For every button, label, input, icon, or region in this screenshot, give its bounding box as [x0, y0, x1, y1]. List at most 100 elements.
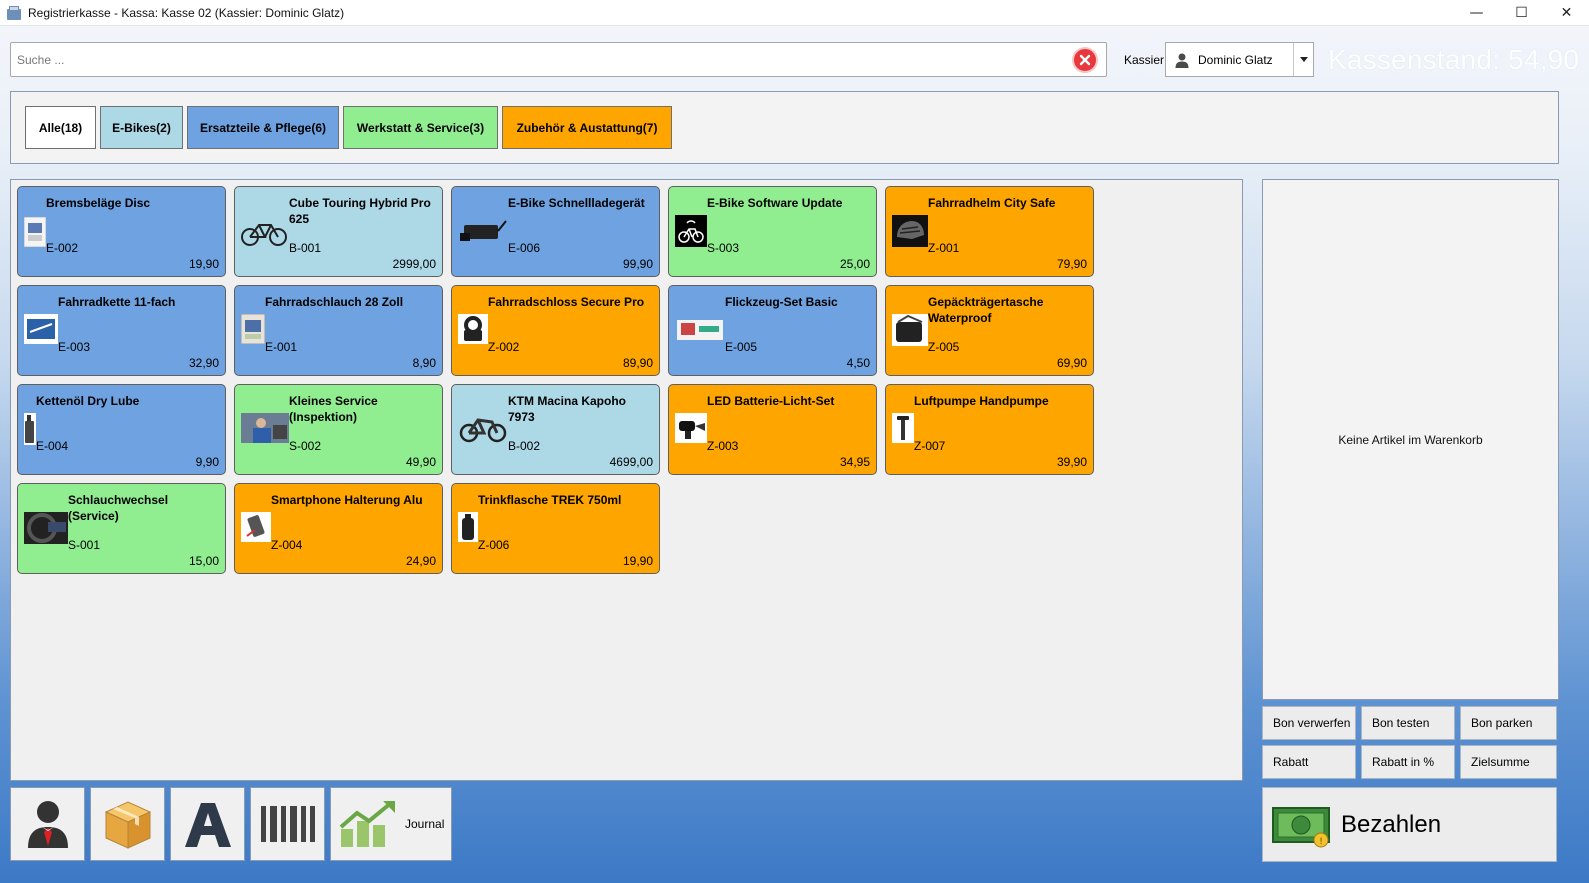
journal-chart-icon: [339, 801, 395, 847]
tube-box-icon: [241, 314, 265, 344]
article-name: Smartphone Halterung Alu: [271, 493, 423, 507]
letter-a-tool-button[interactable]: [170, 787, 245, 861]
article-tile[interactable]: Fahrradschlauch 28 Zoll E-001 8,90: [234, 285, 443, 376]
mechanic-icon: [241, 413, 289, 443]
brake-pads-icon: [24, 217, 46, 247]
article-tile[interactable]: Fahrradschloss Secure Pro Z-002 89,90: [451, 285, 660, 376]
journal-tool-button[interactable]: Journal: [330, 787, 452, 861]
category-werkstatt-button[interactable]: Werkstatt & Service(3): [343, 106, 498, 149]
kassier-label: Kassier: [1124, 53, 1165, 67]
article-tile[interactable]: Trinkflasche TREK 750ml Z-006 19,90: [451, 483, 660, 574]
article-tile[interactable]: KTM Macina Kapoho 7973 B-002 4699,00: [451, 384, 660, 475]
article-name: KTM Macina Kapoho 7973: [508, 394, 627, 424]
title-bar: Registrierkasse - Kassa: Kasse 02 (Kassi…: [0, 0, 1589, 26]
article-name: LED Batterie-Licht-Set: [707, 394, 835, 408]
svg-text:!: !: [1319, 837, 1323, 847]
rabatt-button[interactable]: Rabatt: [1262, 745, 1356, 779]
article-code: S-002: [289, 439, 322, 453]
phone-mount-icon: [241, 512, 271, 542]
cart-empty-text: Keine Artikel im Warenkorb: [1338, 432, 1483, 447]
bicycle-icon: [239, 217, 289, 247]
minimize-button[interactable]: —: [1454, 0, 1499, 26]
article-tile[interactable]: LED Batterie-Licht-Set Z-003 34,95: [668, 384, 877, 475]
barcode-tool-button[interactable]: [250, 787, 325, 861]
maximize-button[interactable]: ☐: [1499, 0, 1544, 26]
article-name: Gepäckträgertasche Waterproof: [928, 295, 1044, 325]
article-tile[interactable]: E-Bike Software Update S-003 25,00: [668, 186, 877, 277]
article-tile[interactable]: Kettenöl Dry Lube E-004 9,90: [17, 384, 226, 475]
clear-search-button[interactable]: [1072, 46, 1098, 73]
article-tile[interactable]: Luftpumpe Handpumpe Z-007 39,90: [885, 384, 1094, 475]
article-name: E-Bike Schnellladegerät: [508, 196, 645, 210]
article-price: 79,90: [1056, 257, 1087, 271]
article-price: 19,90: [188, 257, 219, 271]
category-ebikes-button[interactable]: E-Bikes(2): [100, 106, 183, 149]
article-tile[interactable]: Schlauchwechsel (Service) S-001 15,00: [17, 483, 226, 574]
bon-testen-button[interactable]: Bon testen: [1361, 706, 1455, 740]
search-input[interactable]: [11, 43, 1072, 76]
article-price: 49,90: [405, 455, 436, 469]
article-price: 32,90: [188, 356, 219, 370]
article-code: E-004: [36, 439, 69, 453]
letter-a-icon: [184, 803, 231, 847]
category-ersatzteile-button[interactable]: Ersatzteile & Pflege(6): [187, 106, 339, 149]
article-price: 15,00: [188, 554, 219, 568]
article-tile[interactable]: Smartphone Halterung Alu Z-004 24,90: [234, 483, 443, 574]
pay-button[interactable]: ! Bezahlen: [1262, 787, 1557, 862]
dropdown-button[interactable]: [1293, 43, 1313, 76]
article-code: E-006: [508, 241, 541, 255]
article-name: Trinkflasche TREK 750ml: [478, 493, 622, 507]
oil-bottle-icon: [24, 413, 36, 445]
barcode-icon: [260, 806, 315, 842]
article-price: 9,90: [195, 455, 219, 469]
article-code: Z-001: [928, 241, 960, 255]
article-tile[interactable]: Bremsbeläge Disc E-002 19,90: [17, 186, 226, 277]
user-tool-button[interactable]: [10, 787, 85, 861]
article-code: S-001: [68, 538, 101, 552]
article-tile[interactable]: Gepäckträgertasche Waterproof Z-005 69,90: [885, 285, 1094, 376]
article-code: Z-003: [707, 439, 739, 453]
article-price: 34,95: [839, 455, 870, 469]
bon-verwerfen-button[interactable]: Bon verwerfen: [1262, 706, 1356, 740]
chevron-down-icon: [1299, 57, 1308, 62]
article-price: 4699,00: [609, 455, 653, 469]
article-name: E-Bike Software Update: [707, 196, 843, 210]
article-name: Fahrradschlauch 28 Zoll: [265, 295, 404, 309]
article-price: 69,90: [1056, 356, 1087, 370]
kassier-select[interactable]: Dominic Glatz: [1165, 42, 1314, 77]
charger-icon: [458, 215, 508, 245]
article-tile[interactable]: E-Bike Schnellladegerät E-006 99,90: [451, 186, 660, 277]
article-name: Cube Touring Hybrid Pro 625: [289, 196, 431, 226]
repair-kit-icon: [675, 314, 725, 344]
article-code: Z-005: [928, 340, 960, 354]
rabatt-prozent-button[interactable]: Rabatt in %: [1361, 745, 1455, 779]
cart-panel: Keine Artikel im Warenkorb: [1262, 179, 1559, 700]
close-window-button[interactable]: ✕: [1544, 0, 1589, 26]
package-tool-button[interactable]: [90, 787, 165, 861]
article-code: Z-004: [271, 538, 303, 552]
bon-parken-button[interactable]: Bon parken: [1460, 706, 1557, 740]
article-price: 99,90: [622, 257, 653, 271]
article-name: Flickzeug-Set Basic: [725, 295, 838, 309]
article-code: E-005: [725, 340, 758, 354]
article-tile[interactable]: Cube Touring Hybrid Pro 625 B-001 2999,00: [234, 186, 443, 277]
package-icon: [104, 801, 151, 849]
article-code: E-003: [58, 340, 91, 354]
article-tile[interactable]: Flickzeug-Set Basic E-005 4,50: [668, 285, 877, 376]
helmet-icon: [892, 215, 928, 247]
article-tile[interactable]: Fahrradhelm City Safe Z-001 79,90: [885, 186, 1094, 277]
lock-icon: [458, 314, 488, 344]
article-price: 24,90: [405, 554, 436, 568]
zielsumme-button[interactable]: Zielsumme: [1460, 745, 1557, 779]
category-zubehoer-button[interactable]: Zubehör & Austattung(7): [502, 106, 672, 149]
article-name: Luftpumpe Handpumpe: [914, 394, 1049, 408]
article-name: Fahrradkette 11-fach: [58, 295, 176, 309]
bottle-icon: [458, 512, 478, 542]
article-price: 89,90: [622, 356, 653, 370]
article-code: Z-002: [488, 340, 520, 354]
article-code: Z-006: [478, 538, 510, 552]
article-tile[interactable]: Kleines Service (Inspektion) S-002 49,90: [234, 384, 443, 475]
category-all-button[interactable]: Alle(18): [25, 106, 96, 149]
article-name: Bremsbeläge Disc: [46, 196, 151, 210]
article-tile[interactable]: Fahrradkette 11-fach E-003 32,90: [17, 285, 226, 376]
